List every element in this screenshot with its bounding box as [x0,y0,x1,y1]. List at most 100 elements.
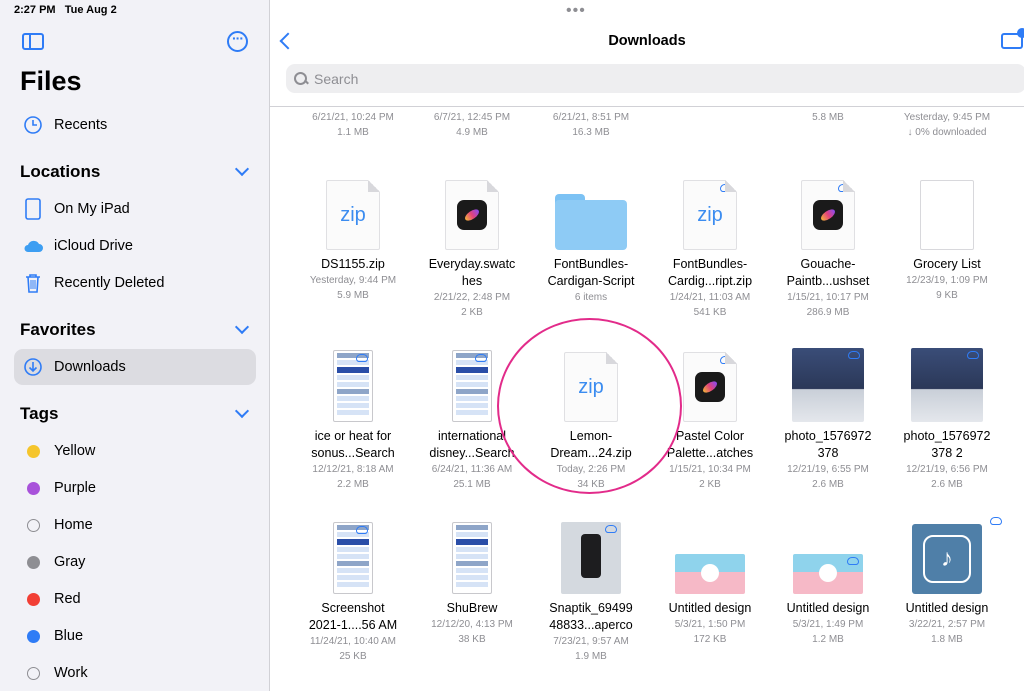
file-item[interactable]: Snaptik_69499 48833...aperco 7/23/21, 9:57… [532,514,650,664]
file-item[interactable]: Untitled design 5/3/21, 1:49 PM 1.2 MB [769,514,887,647]
procreate-app-icon [695,372,725,402]
tiktok-image-thumbnail: ♪ [912,517,1002,594]
file-item[interactable]: Screenshot 2021-1....56 AM 11/24/21, 10:40… [294,514,412,664]
icloud-download-icon[interactable] [475,354,487,362]
file-date: 6 items [574,292,608,303]
file-thumbnail [294,514,412,594]
sidebar-item-tag-gray[interactable]: Gray [14,544,256,580]
file-thumbnail [769,170,887,250]
sidebar-item-tag-purple[interactable]: Purple [14,470,256,506]
sidebar-item-tag-yellow[interactable]: Yellow [14,433,256,469]
section-header-tags[interactable]: Tags [20,404,58,424]
file-name: Gouache- Paintb...ushset [769,256,887,290]
file-item[interactable]: photo_1576972 378 2 12/21/19, 6:56 PM 2.6 M… [888,342,1006,492]
file-item-partial[interactable]: Yesterday, 9:45 PM ↓ 0% downloaded [888,110,1006,140]
tag-dot-icon [26,555,40,569]
file-thumbnail [888,170,1006,250]
icloud-download-icon[interactable] [605,525,617,533]
file-item[interactable]: ice or heat for sonus...Search 12/12/21, 8… [294,342,412,492]
file-size: 286.9 MB [806,307,850,318]
folder-icon [555,194,627,250]
file-item-partial[interactable]: 6/21/21, 10:24 PM 1.1 MB [294,110,412,140]
divider [270,106,1024,107]
file-name-line: Cardig...ript.zip [667,274,753,288]
procreate-app-icon [813,200,843,230]
file-name: Untitled design [651,600,769,617]
procreate-file-icon [683,352,737,422]
file-name-line: ice or heat for [314,429,392,443]
file-date: 1/15/21, 10:34 PM [669,464,751,475]
chevron-down-icon[interactable] [234,403,250,419]
search-field[interactable]: Search [286,64,1024,93]
sidebar-item-recently-deleted[interactable]: Recently Deleted [14,265,256,301]
section-header-locations[interactable]: Locations [20,162,100,182]
file-name-line: photo_1576972 [903,429,991,443]
new-folder-icon[interactable] [1001,28,1024,49]
screenshot-thumbnail [452,350,492,422]
search-placeholder: Search [314,70,359,87]
chevron-down-icon[interactable] [234,161,250,177]
icloud-download-icon[interactable] [848,351,860,359]
file-item[interactable]: Untitled design 5/3/21, 1:50 PM 172 KB [651,514,769,647]
tag-dot-icon [26,481,40,495]
icloud-download-icon[interactable] [356,526,368,534]
sidebar-item-tag-home[interactable]: Home [14,507,256,543]
file-size: 2 KB [699,479,721,490]
icloud-download-icon[interactable] [990,517,1002,525]
sidebar-item-label: Gray [54,554,86,570]
icloud-download-icon[interactable] [720,356,732,364]
sidebar-item-label: On My iPad [54,201,130,217]
file-date: 5/3/21, 1:49 PM [792,619,864,630]
file-item-partial[interactable]: 6/7/21, 12:45 PM 4.9 MB [413,110,531,140]
sidebar-item-label: Home [54,517,93,533]
tag-dot-icon [26,518,40,532]
download-progress: ↓ 0% downloaded [907,127,987,138]
tag-dot-icon [26,629,40,643]
file-item[interactable]: Everyday.swatc hes 2/21/22, 2:48 PM 2 KB [413,170,531,320]
file-item-partial[interactable]: 6/21/21, 8:51 PM 16.3 MB [532,110,650,140]
icloud-download-icon[interactable] [847,557,859,565]
file-item[interactable]: photo_1576972 378 12/21/19, 6:55 PM 2.6 MB [769,342,887,492]
icloud-download-icon[interactable] [967,351,979,359]
sidebar-item-tag-red[interactable]: Red [14,581,256,617]
icloud-download-icon[interactable] [720,184,732,192]
file-name-line: Grocery List [913,257,981,271]
file-item[interactable]: zip FontBundles- Cardig...ript.zip 1/24/21,… [651,170,769,320]
file-size: 5.8 MB [812,112,844,123]
more-options-icon[interactable]: ··· [227,31,248,52]
file-item[interactable]: Grocery List 12/23/19, 1:09 PM 9 KB [888,170,1006,303]
file-item[interactable]: FontBundles- Cardigan-Script 6 items [532,170,650,305]
file-thumbnail [413,170,531,250]
sidebar-item-recents[interactable]: Recents [14,107,256,143]
file-name-line: FontBundles- [553,257,629,271]
file-date: 3/22/21, 2:57 PM [908,619,986,630]
file-name-line: Untitled design [905,601,989,615]
chevron-down-icon[interactable] [234,319,250,335]
icloud-download-icon[interactable] [356,354,368,362]
file-name-line: 2021-1....56 AM [308,618,398,632]
file-item-partial[interactable]: 5.8 MB [769,110,887,125]
sidebar-item-icloud-drive[interactable]: iCloud Drive [14,228,256,264]
sidebar-item-tag-blue[interactable]: Blue [14,618,256,654]
status-time: 2:27 PM [14,4,56,16]
icloud-icon [22,235,44,257]
icloud-download-icon[interactable] [838,184,850,192]
file-item[interactable]: ShuBrew 12/12/20, 4:13 PM 38 KB [413,514,531,647]
sidebar-toggle-icon[interactable] [22,33,44,50]
sidebar-item-on-my-ipad[interactable]: On My iPad [14,191,256,227]
file-item[interactable]: ♪ Untitled design 3/22/21, 2:57 PM 1.8 MB [888,514,1006,647]
multitasking-handle-icon[interactable]: ••• [566,2,586,20]
file-date: 1/24/21, 11:03 AM [669,292,751,303]
screenshot-thumbnail [333,522,373,594]
sidebar-item-downloads[interactable]: Downloads [14,349,256,385]
section-header-favorites[interactable]: Favorites [20,320,96,340]
procreate-file-icon [445,180,499,250]
clock-icon [22,114,44,136]
file-size: 25 KB [339,651,367,662]
file-name: photo_1576972 378 2 [888,428,1006,462]
file-item[interactable]: Gouache- Paintb...ushset 1/15/21, 10:17 PM… [769,170,887,320]
file-item[interactable]: zip DS1155.zip Yesterday, 9:44 PM 5.9 MB [294,170,412,303]
zip-label: zip [340,203,366,226]
sidebar-item-label: Recently Deleted [54,275,165,291]
sidebar-item-tag-work[interactable]: Work [14,655,256,691]
